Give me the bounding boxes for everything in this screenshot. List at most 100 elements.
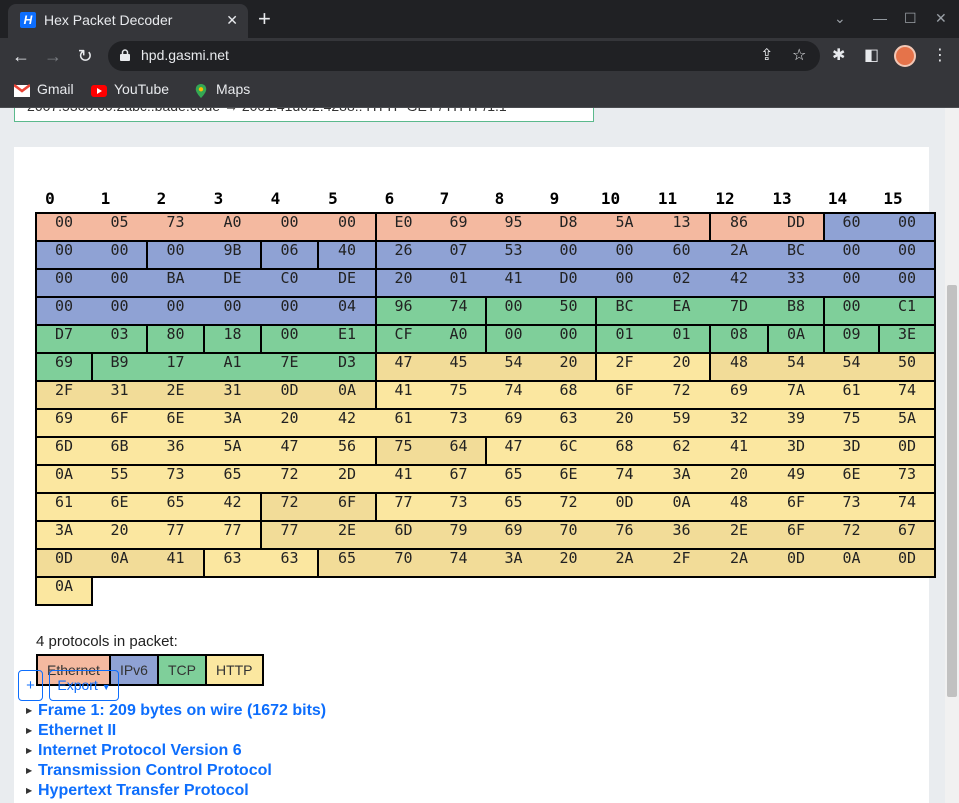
hex-byte-cell[interactable]: 50: [541, 297, 596, 325]
menu-icon[interactable]: ⋮: [932, 46, 948, 66]
hex-byte-cell[interactable]: 0A: [36, 577, 92, 605]
hex-byte-cell[interactable]: 5A: [204, 437, 261, 465]
hex-byte-cell[interactable]: 20: [541, 549, 596, 577]
browser-tab[interactable]: H Hex Packet Decoder ✕: [8, 4, 248, 38]
hex-byte-cell[interactable]: 5A: [596, 213, 653, 241]
hex-byte-cell[interactable]: 2E: [318, 521, 376, 549]
hex-byte-cell[interactable]: 17: [147, 353, 204, 381]
hex-byte-cell[interactable]: 00: [36, 241, 92, 269]
hex-byte-cell[interactable]: 76: [596, 521, 653, 549]
hex-byte-cell[interactable]: 0A: [824, 549, 879, 577]
hex-byte-cell[interactable]: 3A: [36, 521, 92, 549]
hex-byte-cell[interactable]: 48: [710, 353, 768, 381]
hex-byte-cell[interactable]: DD: [768, 213, 824, 241]
hex-byte-cell[interactable]: 03: [92, 325, 147, 353]
hex-byte-cell[interactable]: 70: [541, 521, 596, 549]
hex-byte-cell[interactable]: 00: [318, 213, 376, 241]
hex-byte-cell[interactable]: 20: [376, 269, 431, 297]
hex-byte-cell[interactable]: 75: [376, 437, 431, 465]
tab-search-icon[interactable]: ⌄: [834, 8, 846, 28]
hex-byte-cell[interactable]: 69: [710, 381, 768, 409]
hex-byte-cell[interactable]: 20: [596, 409, 653, 437]
hex-byte-cell[interactable]: 00: [92, 269, 147, 297]
hex-byte-cell[interactable]: 42: [710, 269, 768, 297]
hex-byte-cell[interactable]: 47: [486, 437, 541, 465]
hex-byte-cell[interactable]: 01: [431, 269, 486, 297]
hex-byte-cell[interactable]: 18: [204, 325, 261, 353]
hex-byte-cell[interactable]: 86: [710, 213, 768, 241]
hex-byte-cell[interactable]: 5A: [879, 409, 935, 437]
hex-byte-cell[interactable]: 2E: [147, 381, 204, 409]
hex-byte-cell[interactable]: 02: [653, 269, 710, 297]
hex-byte-cell[interactable]: 54: [486, 353, 541, 381]
share-icon[interactable]: ⇪: [760, 46, 773, 66]
hex-byte-cell[interactable]: 0D: [879, 549, 935, 577]
hex-byte-cell[interactable]: 59: [653, 409, 710, 437]
hex-byte-cell[interactable]: 2F: [36, 381, 92, 409]
hex-byte-cell[interactable]: 6E: [541, 465, 596, 493]
hex-byte-cell[interactable]: 42: [204, 493, 261, 521]
hex-byte-cell[interactable]: 77: [147, 521, 204, 549]
hex-byte-cell[interactable]: 3D: [824, 437, 879, 465]
hex-byte-cell[interactable]: 3A: [486, 549, 541, 577]
hex-byte-cell[interactable]: 0A: [318, 381, 376, 409]
hex-byte-cell[interactable]: 00: [824, 297, 879, 325]
hex-byte-cell[interactable]: 00: [147, 241, 204, 269]
hex-byte-cell[interactable]: 54: [824, 353, 879, 381]
hex-byte-cell[interactable]: 77: [204, 521, 261, 549]
bookmark-gmail[interactable]: Gmail: [37, 81, 74, 97]
hex-byte-cell[interactable]: C0: [261, 269, 318, 297]
hex-byte-cell[interactable]: 56: [318, 437, 376, 465]
hex-byte-cell[interactable]: 69: [431, 213, 486, 241]
hex-byte-cell[interactable]: 72: [261, 465, 318, 493]
hex-byte-cell[interactable]: 6E: [824, 465, 879, 493]
hex-byte-cell[interactable]: 0A: [653, 493, 710, 521]
hex-byte-cell[interactable]: 00: [824, 269, 879, 297]
hex-byte-cell[interactable]: 95: [486, 213, 541, 241]
hex-byte-cell[interactable]: 96: [376, 297, 431, 325]
hex-byte-cell[interactable]: 79: [431, 521, 486, 549]
hex-byte-cell[interactable]: 20: [261, 409, 318, 437]
hex-byte-cell[interactable]: 74: [431, 297, 486, 325]
hex-byte-cell[interactable]: 6C: [541, 437, 596, 465]
hex-byte-cell[interactable]: 72: [653, 381, 710, 409]
hex-byte-cell[interactable]: 36: [147, 437, 204, 465]
hex-byte-cell[interactable]: 00: [261, 325, 318, 353]
hex-byte-cell[interactable]: 0D: [36, 549, 92, 577]
hex-byte-cell[interactable]: 00: [879, 269, 935, 297]
hex-byte-cell[interactable]: 47: [261, 437, 318, 465]
new-tab-button[interactable]: +: [258, 8, 271, 30]
hex-byte-cell[interactable]: 75: [824, 409, 879, 437]
hex-byte-cell[interactable]: 41: [486, 269, 541, 297]
hex-byte-cell[interactable]: 63: [204, 549, 261, 577]
hex-byte-cell[interactable]: 74: [486, 381, 541, 409]
hex-byte-cell[interactable]: 00: [486, 297, 541, 325]
hex-byte-cell[interactable]: 69: [486, 521, 541, 549]
hex-byte-cell[interactable]: 68: [541, 381, 596, 409]
hex-byte-cell[interactable]: 00: [92, 297, 147, 325]
bookmark-star-icon[interactable]: ☆: [792, 46, 806, 66]
hex-byte-cell[interactable]: 42: [318, 409, 376, 437]
hex-byte-cell[interactable]: 01: [653, 325, 710, 353]
hex-byte-cell[interactable]: 69: [486, 409, 541, 437]
hex-byte-cell[interactable]: 00: [596, 241, 653, 269]
hex-byte-cell[interactable]: 61: [824, 381, 879, 409]
hex-byte-cell[interactable]: 00: [36, 269, 92, 297]
hex-byte-cell[interactable]: 0A: [768, 325, 824, 353]
hex-byte-cell[interactable]: B8: [768, 297, 824, 325]
export-dropdown-button[interactable]: Export ▼: [49, 670, 119, 701]
hex-byte-cell[interactable]: 3E: [879, 325, 935, 353]
hex-byte-cell[interactable]: 65: [486, 493, 541, 521]
hex-byte-cell[interactable]: 62: [653, 437, 710, 465]
hex-byte-cell[interactable]: 6D: [36, 437, 92, 465]
hex-byte-cell[interactable]: 20: [710, 465, 768, 493]
forward-icon[interactable]: →: [41, 44, 65, 68]
hex-byte-cell[interactable]: 6F: [768, 493, 824, 521]
hex-byte-cell[interactable]: 65: [318, 549, 376, 577]
hex-byte-cell[interactable]: 74: [879, 493, 935, 521]
hex-byte-cell[interactable]: B9: [92, 353, 147, 381]
hex-byte-cell[interactable]: 00: [36, 213, 92, 241]
hex-byte-cell[interactable]: 73: [431, 493, 486, 521]
hex-byte-cell[interactable]: 41: [376, 465, 431, 493]
tree-item-ipv6[interactable]: ▶ Internet Protocol Version 6: [26, 742, 242, 762]
